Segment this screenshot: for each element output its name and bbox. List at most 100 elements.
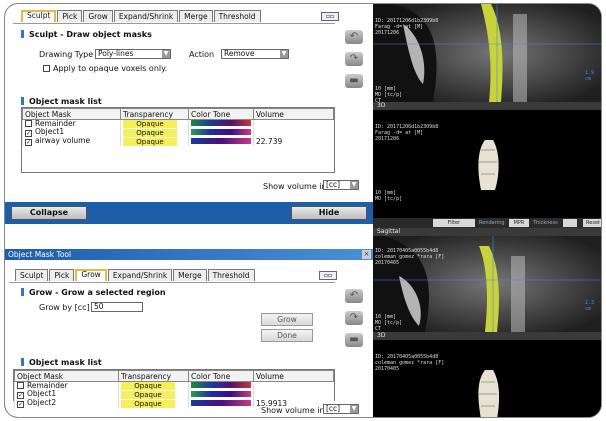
action-value: Remove [224, 49, 255, 58]
grow-panel: Object Mask Tool × Sculpt Pick Grow Expa… [5, 249, 373, 417]
table-row[interactable]: Remainder Opaque [22, 119, 334, 128]
row-checkbox[interactable] [25, 120, 32, 127]
row-checkbox[interactable]: ✓ [25, 130, 32, 137]
table-header: Object Mask Transparency Color Tone Volu… [14, 370, 334, 382]
volume-value [253, 128, 334, 137]
scale-overlay: 1.9 cm [585, 70, 595, 82]
transparency-value[interactable]: Opaque [123, 128, 177, 137]
study-date-overlay: 20171206 [375, 136, 400, 142]
scale-overlay: 2.3 cm [585, 300, 595, 312]
transparency-value[interactable]: Opaque [123, 137, 177, 146]
section-marker-icon [21, 97, 24, 105]
thickness-label: Thickness [533, 220, 558, 226]
color-tone-swatch[interactable] [191, 128, 251, 135]
tab-expand-shrink[interactable]: Expand/Shrink [107, 269, 173, 281]
chevron-down-icon: ▼ [350, 181, 358, 189]
done-button[interactable]: Done [261, 329, 313, 342]
undo-icon[interactable]: ↶ [345, 289, 363, 303]
window-level-overlay: MO [tc/p] [375, 196, 403, 202]
color-tone-swatch[interactable] [191, 120, 251, 126]
sculpt-section-title-text: Sculpt - Draw object masks [29, 30, 152, 39]
tab-pick[interactable]: Pick [49, 269, 75, 281]
panel-action-bar: Collapse Hide [5, 202, 373, 224]
col-color-tone: Color Tone [188, 108, 254, 120]
transparency-value[interactable]: Opaque [121, 382, 175, 390]
grow-mask-list-title-text: Object mask list [29, 358, 102, 367]
panel-restore-icon[interactable]: ▫▫ [321, 12, 339, 21]
sagittal-view-top[interactable]: ID: 20171206d1b2309b8 Farag -d= at [M] 2… [373, 4, 601, 102]
tab-pick[interactable]: Pick [57, 10, 83, 22]
color-tone-swatch[interactable] [191, 399, 251, 406]
chevron-down-icon: ▼ [280, 50, 288, 58]
tab-sculpt[interactable]: Sculpt [15, 269, 49, 281]
grow-section-title: Grow - Grow a selected region [21, 288, 166, 297]
tab-merge[interactable]: Merge [179, 10, 213, 22]
eraser-icon[interactable]: ▬ [345, 74, 363, 88]
sculpt-mask-table-box: Object Mask Transparency Color Tone Volu… [21, 107, 335, 173]
row-checkbox[interactable]: ✓ [25, 139, 32, 146]
window-title: Object Mask Tool [8, 250, 72, 259]
tab-threshold[interactable]: Threshold [207, 269, 255, 281]
grow-by-input[interactable]: 50 [91, 302, 143, 312]
hide-button[interactable]: Hide [291, 206, 367, 220]
transparency-value[interactable]: Opaque [123, 120, 177, 128]
thickness-input[interactable] [563, 219, 577, 227]
tab-threshold[interactable]: Threshold [213, 10, 261, 22]
tab-grow[interactable]: Grow [83, 10, 113, 22]
grow-by-value: 50 [94, 302, 104, 311]
action-select[interactable]: Remove ▼ [221, 49, 289, 59]
object-mask-tool-titlebar[interactable]: Object Mask Tool × [5, 249, 373, 260]
grow-section-title-text: Grow - Grow a selected region [29, 288, 166, 297]
view-3d-bottom[interactable]: ID: 20170405a0055b4d8 coleman gomez *rar… [373, 340, 601, 417]
close-icon[interactable]: × [362, 250, 371, 259]
sculpt-side-toolbar: ↶ ↷ ▬ [345, 30, 365, 96]
panel-restore-icon[interactable]: ▫▫ [319, 271, 337, 280]
rendering-label: Rendering [479, 220, 505, 226]
viewer-toolbar: Filter Rendering MPR Thickness Reset [373, 218, 601, 228]
section-marker-icon [21, 288, 24, 296]
row-checkbox[interactable]: ✓ [17, 392, 24, 399]
mask-name: Object2 [27, 398, 57, 407]
screenshot-frame: Sculpt Pick Grow Expand/Shrink Merge Thr… [4, 3, 602, 418]
grow-mask-table-box: Object Mask Transparency Color Tone Volu… [13, 369, 335, 408]
grow-button[interactable]: Grow [261, 313, 313, 326]
color-tone-swatch[interactable] [191, 382, 251, 388]
apply-opaque-option[interactable]: Apply to opaque voxels only. [43, 64, 167, 73]
view-3d-header-top: 3D [373, 102, 601, 110]
show-volume-label: Show volume in [263, 182, 327, 191]
col-volume: Volume [253, 370, 334, 382]
sagittal-view-bottom[interactable]: ID: 20170405a0055b4d8 coleman gomez *rar… [373, 236, 601, 332]
tab-grow[interactable]: Grow [75, 269, 107, 281]
table-row[interactable]: ✓ Object1 Opaque [14, 390, 334, 399]
reset-button[interactable]: Reset [583, 219, 601, 227]
collapse-button[interactable]: Collapse [11, 206, 87, 220]
volume-unit-select[interactable]: [cc] ▼ [323, 180, 359, 190]
table-row[interactable]: ✓ airway volume Opaque 22.739 [22, 136, 334, 146]
sculpt-panel: Sculpt Pick Grow Expand/Shrink Merge Thr… [5, 4, 373, 249]
rendering-select[interactable]: MPR [509, 219, 529, 227]
study-date-overlay: 20171206 [375, 30, 400, 36]
undo-icon[interactable]: ↶ [345, 30, 363, 44]
color-tone-swatch[interactable] [191, 137, 251, 144]
view-3d-top[interactable]: ID: 20171206d1b2309b8 Farag -d= at [M] 2… [373, 110, 601, 210]
transparency-value[interactable]: Opaque [121, 390, 175, 399]
volume-unit-value: [cc] [326, 404, 341, 413]
volume-unit-select[interactable]: [cc] ▼ [323, 404, 359, 414]
tab-expand-shrink[interactable]: Expand/Shrink [113, 10, 179, 22]
redo-icon[interactable]: ↷ [345, 311, 363, 325]
color-tone-swatch[interactable] [191, 390, 251, 397]
tab-sculpt[interactable]: Sculpt [21, 10, 57, 22]
volume-value: 22.739 [253, 137, 334, 146]
drawing-type-select[interactable]: Poly-lines ▼ [95, 49, 171, 59]
row-checkbox[interactable]: ✓ [17, 401, 24, 408]
transparency-value[interactable]: Opaque [121, 399, 175, 408]
tab-merge[interactable]: Merge [173, 269, 207, 281]
eraser-icon[interactable]: ▬ [345, 333, 363, 347]
redo-icon[interactable]: ↷ [345, 52, 363, 66]
filter-button[interactable]: Filter [433, 219, 475, 227]
apply-opaque-checkbox[interactable] [43, 65, 50, 72]
mask-name: airway volume [35, 136, 91, 145]
row-checkbox[interactable] [17, 382, 24, 389]
chevron-down-icon: ▼ [162, 50, 170, 58]
table-row[interactable]: Remainder Opaque [14, 381, 334, 390]
